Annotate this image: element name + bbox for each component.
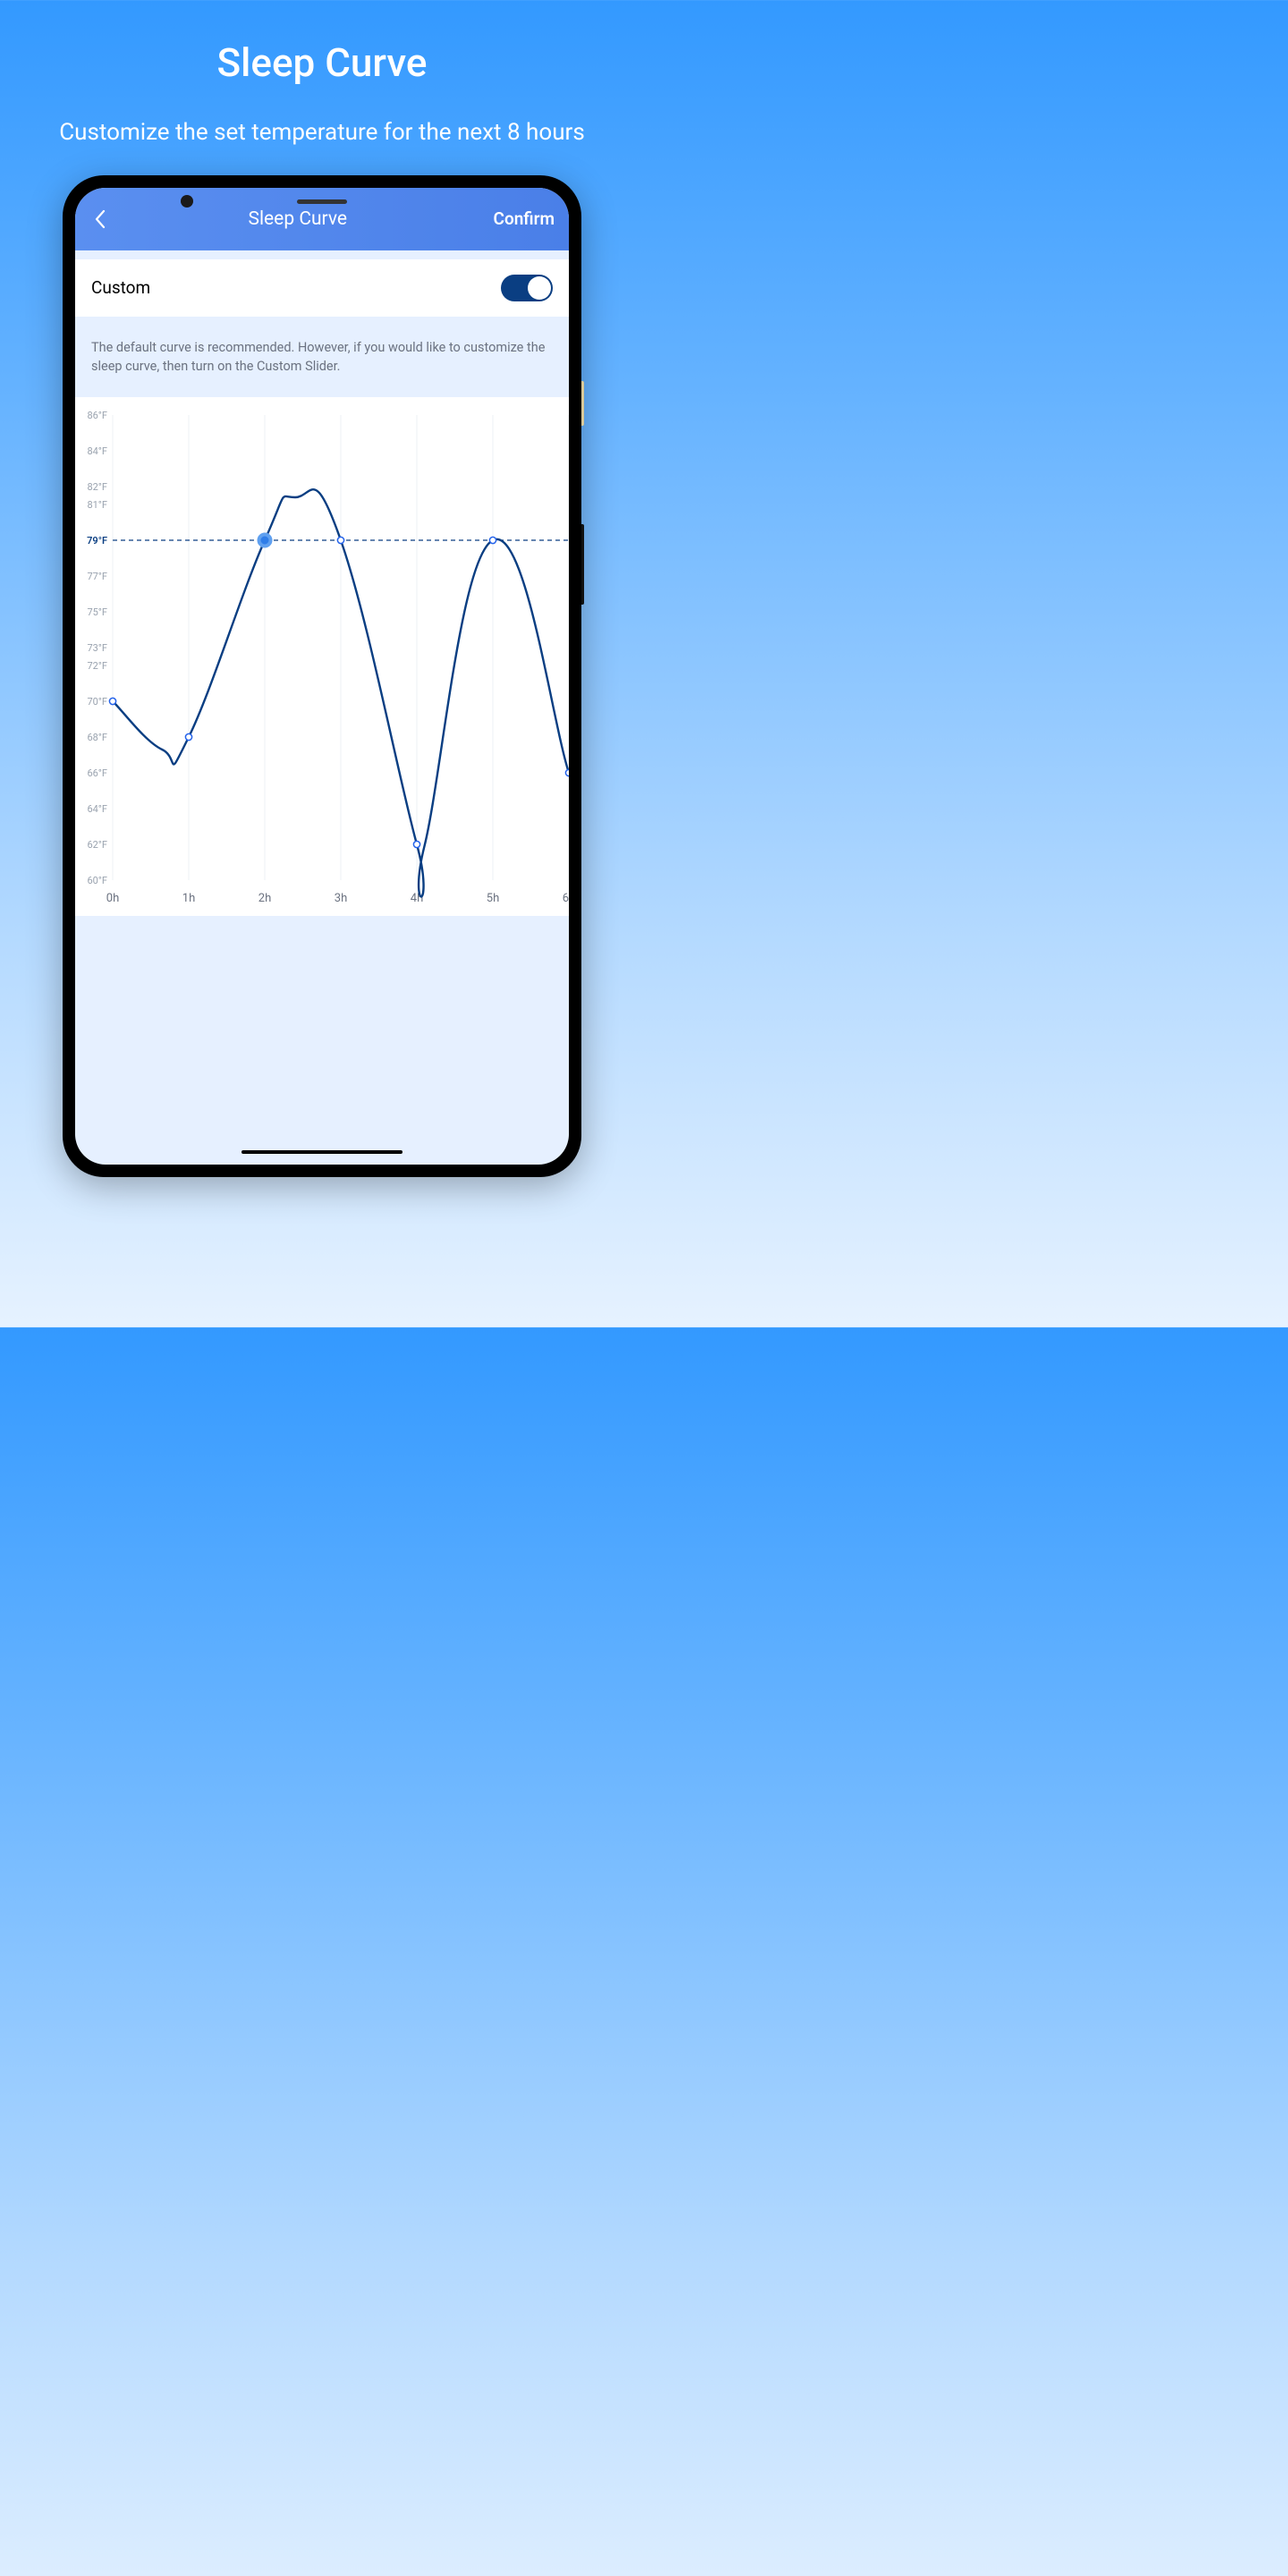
svg-text:6h: 6h: [563, 892, 569, 905]
phone-screen: Sleep Curve Confirm Custom The default c…: [75, 188, 569, 1165]
svg-text:68°F: 68°F: [87, 732, 107, 743]
svg-text:70°F: 70°F: [87, 696, 107, 708]
svg-text:60°F: 60°F: [87, 875, 107, 886]
phone-side-button: [581, 381, 584, 426]
phone-frame: Sleep Curve Confirm Custom The default c…: [63, 175, 581, 1177]
app-title: Sleep Curve: [102, 208, 494, 230]
svg-text:81°F: 81°F: [87, 499, 107, 511]
svg-text:75°F: 75°F: [87, 606, 107, 618]
sleep-curve-chart[interactable]: 86°F 84°F 82°F 81°F 79°F 77°F 75°F 73°F 72°F 70°F…: [75, 397, 569, 916]
svg-text:5h: 5h: [487, 892, 499, 905]
svg-text:86°F: 86°F: [87, 410, 107, 421]
svg-text:2h: 2h: [258, 892, 271, 905]
app-header: Sleep Curve Confirm: [75, 188, 569, 250]
svg-text:77°F: 77°F: [87, 571, 107, 582]
info-text: The default curve is recommended. Howeve…: [75, 317, 569, 397]
svg-text:84°F: 84°F: [87, 445, 107, 457]
phone-speaker: [297, 199, 347, 204]
confirm-button[interactable]: Confirm: [494, 208, 555, 229]
svg-text:79°F: 79°F: [87, 535, 107, 547]
svg-text:72°F: 72°F: [87, 660, 107, 672]
svg-text:82°F: 82°F: [87, 481, 107, 493]
phone-camera: [181, 195, 193, 208]
svg-text:73°F: 73°F: [87, 642, 107, 654]
custom-toggle[interactable]: [501, 275, 553, 301]
svg-text:66°F: 66°F: [87, 767, 107, 779]
custom-label: Custom: [91, 277, 150, 298]
chart-svg[interactable]: 86°F 84°F 82°F 81°F 79°F 77°F 75°F 73°F 72°F 70°F…: [75, 408, 569, 909]
svg-text:4h: 4h: [411, 892, 423, 905]
toggle-thumb: [528, 276, 551, 300]
page-subtitle: Customize the set temperature for the ne…: [0, 118, 644, 148]
page-title: Sleep Curve: [0, 39, 644, 86]
svg-text:0h: 0h: [106, 892, 119, 905]
phone-power-button: [581, 524, 584, 605]
phone-home-indicator: [242, 1150, 402, 1154]
svg-text:3h: 3h: [335, 892, 347, 905]
svg-text:64°F: 64°F: [87, 803, 107, 815]
custom-toggle-row: Custom: [75, 259, 569, 317]
svg-text:62°F: 62°F: [87, 839, 107, 851]
svg-text:1h: 1h: [182, 892, 195, 905]
